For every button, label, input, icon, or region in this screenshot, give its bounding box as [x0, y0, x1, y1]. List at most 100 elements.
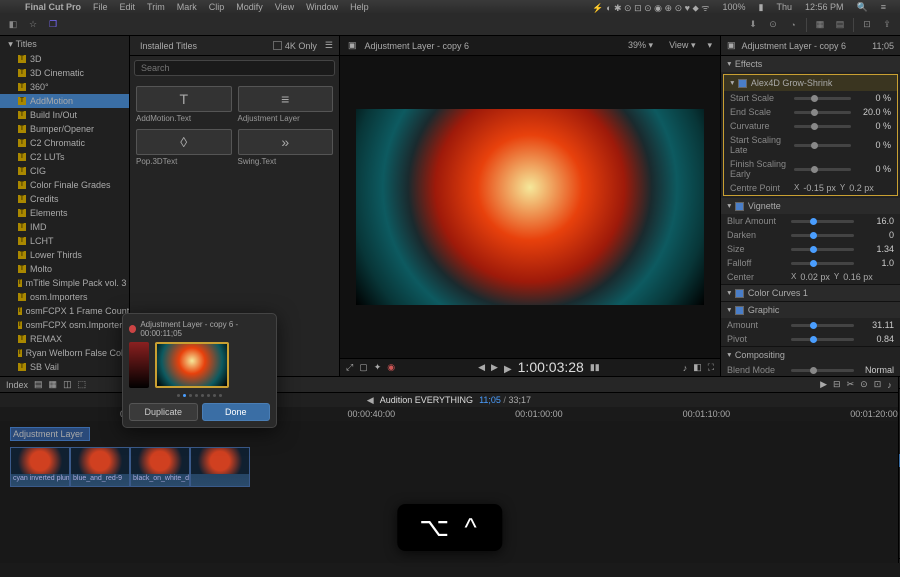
sidebar-item[interactable]: TCredits	[0, 192, 129, 206]
param-row[interactable]: Blur Amount16.0	[721, 214, 900, 228]
clock-time[interactable]: 12:56 PM	[800, 2, 849, 12]
crop-icon[interactable]: ▢	[359, 362, 368, 373]
tl-snap-icon[interactable]: ⊙	[860, 379, 868, 390]
library-icon[interactable]: ◧	[6, 18, 20, 32]
browser-tile[interactable]: TAddMotion.Text	[136, 86, 232, 123]
browser-search-input[interactable]	[134, 60, 335, 76]
sidebar-item[interactable]: TColor Finale Grades	[0, 178, 129, 192]
sidebar-item[interactable]: T3D	[0, 52, 129, 66]
tl-tool-icon[interactable]: ▤	[34, 379, 43, 390]
menu-file[interactable]: File	[88, 2, 113, 12]
sidebar-item[interactable]: TBuild In/Out	[0, 108, 129, 122]
tl-blade-icon[interactable]: ✂	[847, 379, 855, 390]
sidebar-item[interactable]: T360°	[0, 80, 129, 94]
notifications-icon[interactable]: ≡	[876, 2, 891, 12]
popup-close-icon[interactable]	[129, 325, 136, 333]
browser-tile[interactable]: ≡Adjustment Layer	[238, 86, 334, 123]
clock-day[interactable]: Thu	[771, 2, 797, 12]
sidebar-item[interactable]: TC2 LUTs	[0, 150, 129, 164]
sidebar-item[interactable]: TMolto	[0, 262, 129, 276]
audition-prev-thumb[interactable]	[129, 342, 149, 388]
param-row[interactable]: Start Scaling Late0 %	[724, 133, 897, 157]
param-row[interactable]: Size1.34	[721, 242, 900, 256]
sidebar-item[interactable]: TShoorph	[0, 374, 129, 376]
viewer-settings-icon[interactable]: ▾	[707, 40, 712, 51]
sidebar-item[interactable]: TREMAX	[0, 332, 129, 346]
viewer-canvas[interactable]	[340, 56, 720, 358]
browser-menu-icon[interactable]: ☰	[325, 40, 333, 51]
index-button[interactable]: Index	[6, 380, 28, 390]
share-icon[interactable]: ⇪	[880, 18, 894, 32]
sidebar-item[interactable]: TSB Vail	[0, 360, 129, 374]
menu-trim[interactable]: Trim	[142, 2, 170, 12]
adjustment-layer-clip[interactable]: Adjustment Layer - copy 6	[10, 427, 90, 441]
import-icon[interactable]: ⬇	[746, 18, 760, 32]
sidebar-item[interactable]: Tosm.Importers	[0, 290, 129, 304]
sidebar-item[interactable]: TRyan Welborn False Color	[0, 346, 129, 360]
tl-tool2-icon[interactable]: ▦	[49, 379, 58, 390]
compositing-header[interactable]: Compositing	[721, 347, 900, 363]
timecode-display[interactable]: ▶ 1:00:03:28	[504, 359, 584, 376]
inspector-toggle-icon[interactable]: ⊡	[860, 18, 874, 32]
audition-current-thumb[interactable]	[155, 342, 229, 388]
timeline-clip[interactable]: blue_and_red-9	[70, 447, 130, 487]
menu-window[interactable]: Window	[301, 2, 343, 12]
sidebar-item[interactable]: TmTitle Simple Pack vol. 3	[0, 276, 129, 290]
play-icon[interactable]: ▶	[491, 362, 498, 373]
sidebar-header[interactable]: Titles	[0, 36, 129, 52]
timeline-clip[interactable]	[190, 447, 250, 487]
sidebar-item[interactable]: T3D Cinematic	[0, 66, 129, 80]
timeline-clip[interactable]: cyan inverted plume	[10, 447, 70, 487]
tl-select-icon[interactable]: ▶	[820, 379, 827, 390]
prev-frame-icon[interactable]: ◀	[478, 362, 485, 373]
sidebar-item[interactable]: TElements	[0, 206, 129, 220]
titles-icon[interactable]: ❐	[46, 18, 60, 32]
tl-tool4-icon[interactable]: ⬚	[78, 379, 87, 390]
param-row[interactable]: Pivot0.84	[721, 332, 900, 346]
param-row[interactable]: Blend ModeNormal	[721, 363, 900, 376]
inspector-video-icon[interactable]: ▣	[727, 40, 736, 51]
vignette-center-row[interactable]: CenterX 0.02 px Y 0.16 px	[721, 270, 900, 284]
menu-mark[interactable]: Mark	[172, 2, 202, 12]
grow-shrink-header[interactable]: Alex4D Grow-Shrink	[724, 75, 897, 91]
sidebar-item[interactable]: TC2 Chromatic	[0, 136, 129, 150]
menu-clip[interactable]: Clip	[204, 2, 230, 12]
titles-sidebar[interactable]: Titles T3DT3D CinematicT360°TAddMotionTB…	[0, 36, 130, 376]
fullscreen-icon[interactable]: ⛶	[708, 362, 714, 373]
param-row[interactable]: End Scale20.0 %	[724, 105, 897, 119]
vignette-header[interactable]: Vignette	[721, 198, 900, 214]
color-icon[interactable]: ◧	[693, 362, 702, 373]
workspace-icon[interactable]: ▦	[813, 18, 827, 32]
sidebar-item[interactable]: TAddMotion	[0, 94, 129, 108]
spotlight-icon[interactable]: 🔍	[852, 2, 873, 13]
colorcurves-header[interactable]: Color Curves 1	[721, 285, 900, 301]
menu-view[interactable]: View	[270, 2, 299, 12]
sidebar-item[interactable]: TCIG	[0, 164, 129, 178]
sidebar-item[interactable]: TosmFCPX osm.Importers	[0, 318, 129, 332]
done-button[interactable]: Done	[202, 403, 271, 421]
fourk-checkbox[interactable]: 4K Only	[273, 41, 317, 51]
param-row[interactable]: Start Scale0 %	[724, 91, 897, 105]
keyword-icon[interactable]: ⊙	[766, 18, 780, 32]
duplicate-button[interactable]: Duplicate	[129, 403, 198, 421]
param-row[interactable]: Finish Scaling Early0 %	[724, 157, 897, 181]
tl-trim-icon[interactable]: ⊟	[833, 379, 841, 390]
sidebar-item[interactable]: TosmFCPX 1 Frame Counter	[0, 304, 129, 318]
audition-popup[interactable]: Adjustment Layer - copy 6 - 00:00:11;05 …	[122, 313, 277, 428]
param-row[interactable]: Amount31.11	[721, 318, 900, 332]
browser-tab[interactable]: Installed Titles	[136, 39, 201, 53]
app-name[interactable]: Final Cut Pro	[20, 2, 86, 12]
next-frame-icon[interactable]: ▮▮	[590, 362, 600, 373]
browser-tile[interactable]: »Swing.Text	[238, 129, 334, 166]
centre-point-row[interactable]: Centre PointX -0.15 px Y 0.2 px	[724, 181, 897, 195]
effects-header[interactable]: Effects	[721, 56, 900, 72]
menu-edit[interactable]: Edit	[115, 2, 141, 12]
param-row[interactable]: Darken0	[721, 228, 900, 242]
timeline-clip[interactable]: black_on_white_delayed_red	[130, 447, 190, 487]
graphic-header[interactable]: Graphic	[721, 302, 900, 318]
menu-help[interactable]: Help	[345, 2, 374, 12]
param-row[interactable]: Curvature0 %	[724, 119, 897, 133]
sidebar-item[interactable]: TIMD	[0, 220, 129, 234]
tl-skim-icon[interactable]: ⊡	[874, 379, 882, 390]
sidebar-item[interactable]: TLower Thirds	[0, 248, 129, 262]
